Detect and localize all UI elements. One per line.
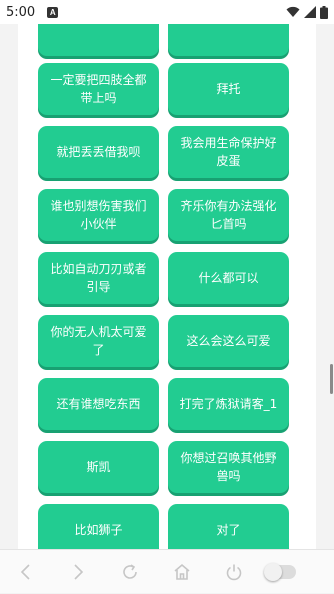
home-button[interactable] — [156, 550, 208, 594]
status-time: 5:00 — [6, 4, 36, 20]
option-button[interactable]: 一定要把四肢全都带上吗 — [38, 63, 159, 115]
option-button[interactable]: 你的无人机太可爱了 — [38, 315, 159, 367]
notification-icon: A — [47, 6, 59, 18]
toggle-switch[interactable] — [264, 562, 296, 581]
refresh-button[interactable] — [104, 550, 156, 594]
forward-icon — [74, 563, 84, 580]
status-bar: 5:00 A — [0, 0, 334, 24]
option-button[interactable]: 还有谁想吃东西 — [38, 378, 159, 430]
option-button[interactable]: 你想过召唤其他野兽吗 — [168, 441, 289, 493]
option-button[interactable] — [38, 24, 159, 56]
content-scroll-area[interactable]: 一定要把四肢全都带上吗 拜托 就把丢丢借我呗 我会用生命保护好皮蛋 谁也别想伤害… — [0, 24, 334, 549]
home-icon — [174, 563, 190, 580]
power-icon — [226, 564, 242, 580]
option-button[interactable]: 这么会这么可爱 — [168, 315, 289, 367]
toggle-knob — [264, 562, 282, 581]
option-button[interactable]: 谁也别想伤害我们小伙伴 — [38, 189, 159, 241]
wifi-icon — [286, 6, 300, 17]
option-button[interactable]: 对了 — [168, 504, 289, 549]
refresh-icon — [123, 563, 137, 579]
signal-icon — [304, 6, 316, 18]
option-button[interactable]: 斯凯 — [38, 441, 159, 493]
option-button[interactable]: 拜托 — [168, 63, 289, 115]
forward-button[interactable] — [52, 550, 104, 594]
option-button[interactable]: 比如自动刀刃或者引导 — [38, 252, 159, 304]
scrollbar-thumb[interactable] — [330, 364, 333, 394]
option-button[interactable]: 我会用生命保护好皮蛋 — [168, 126, 289, 178]
browser-nav-bar — [0, 549, 334, 593]
back-icon — [20, 563, 30, 580]
option-button[interactable] — [168, 24, 289, 56]
option-button[interactable]: 什么都可以 — [168, 252, 289, 304]
back-button[interactable] — [0, 550, 52, 594]
option-button[interactable]: 就把丢丢借我呗 — [38, 126, 159, 178]
option-button[interactable]: 打完了炼狱请客_1 — [168, 378, 289, 430]
status-icons — [286, 5, 328, 19]
power-button[interactable] — [208, 550, 260, 594]
battery-icon — [320, 5, 328, 19]
option-button[interactable]: 齐乐你有办法强化匕首吗 — [168, 189, 289, 241]
option-button[interactable]: 比如狮子 — [38, 504, 159, 549]
